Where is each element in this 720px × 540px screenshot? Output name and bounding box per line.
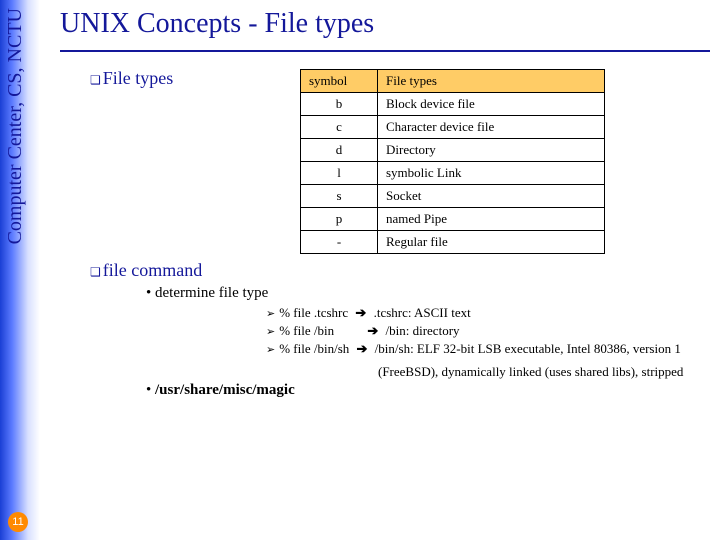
title-rule (60, 50, 710, 52)
arrow-icon: ➔ (357, 341, 368, 356)
cell-sym: - (301, 231, 378, 254)
cell-desc: named Pipe (378, 208, 605, 231)
filecmd-heading-text: file command (103, 260, 202, 280)
table-row: sSocket (301, 185, 605, 208)
table-row: pnamed Pipe (301, 208, 605, 231)
triangle-bullet-icon: ➢ (266, 308, 275, 320)
filecmd-item-1: determine file type (155, 285, 268, 301)
ex-input: % file .tcshrc (279, 305, 348, 320)
filecmd-item-2: /usr/share/misc/magic (155, 382, 295, 398)
ex-input: % file /bin/sh (279, 341, 349, 356)
triangle-bullet-icon: ➢ (266, 326, 275, 338)
ex-output-cont: (FreeBSD), dynamically linked (uses shar… (378, 364, 710, 380)
table-row: bBlock device file (301, 93, 605, 116)
cell-desc: Socket (378, 185, 605, 208)
table-row: -Regular file (301, 231, 605, 254)
cell-desc: symbolic Link (378, 162, 605, 185)
filetypes-heading-text: File types (103, 68, 174, 88)
list-item: ➢ % file .tcshrc ➔ .tcshrc: ASCII text (266, 304, 710, 322)
filecmd-heading: ❑file command (90, 260, 710, 281)
filecmd-list: determine file type ➢ % file .tcshrc ➔ .t… (146, 285, 710, 399)
cell-sym: b (301, 93, 378, 116)
cell-desc: Directory (378, 139, 605, 162)
ex-output: /bin/sh: ELF 32-bit LSB executable, Inte… (375, 340, 681, 358)
cell-sym: c (301, 116, 378, 139)
table-row: lsymbolic Link (301, 162, 605, 185)
list-item: ➢ % file /bin ➔ /bin: directory (266, 322, 710, 340)
triangle-bullet-icon: ➢ (266, 344, 275, 356)
cell-sym: d (301, 139, 378, 162)
th-filetypes: File types (378, 70, 605, 93)
list-item: /usr/share/misc/magic (146, 382, 710, 399)
table-header-row: symbol File types (301, 70, 605, 93)
arrow-icon: ➔ (355, 305, 366, 320)
list-item: determine file type ➢ % file .tcshrc ➔ .t… (146, 285, 710, 380)
list-item: ➢ % file /bin/sh ➔ /bin/sh: ELF 32-bit LS… (266, 340, 710, 358)
cell-desc: Block device file (378, 93, 605, 116)
side-label: Computer Center, CS, NCTU (4, 8, 27, 244)
ex-input: % file /bin (279, 323, 334, 338)
table-row: cCharacter device file (301, 116, 605, 139)
slide-title: UNIX Concepts - File types (60, 8, 710, 40)
table-row: dDirectory (301, 139, 605, 162)
ex-output: /bin: directory (386, 322, 460, 340)
ex-output: .tcshrc: ASCII text (374, 304, 471, 322)
example-list: ➢ % file .tcshrc ➔ .tcshrc: ASCII text ➢%… (266, 304, 710, 358)
cell-desc: Character device file (378, 116, 605, 139)
cell-sym: p (301, 208, 378, 231)
filetypes-table: symbol File types bBlock device file cCh… (300, 69, 605, 254)
cell-sym: l (301, 162, 378, 185)
cell-sym: s (301, 185, 378, 208)
th-symbol: symbol (301, 70, 378, 93)
cell-desc: Regular file (378, 231, 605, 254)
page-number-badge: 11 (8, 512, 28, 532)
square-bullet-icon: ❑ (90, 73, 101, 87)
slide-content: UNIX Concepts - File types ❑File types s… (60, 8, 710, 401)
square-bullet-icon: ❑ (90, 265, 101, 279)
arrow-icon: ➔ (367, 323, 378, 338)
